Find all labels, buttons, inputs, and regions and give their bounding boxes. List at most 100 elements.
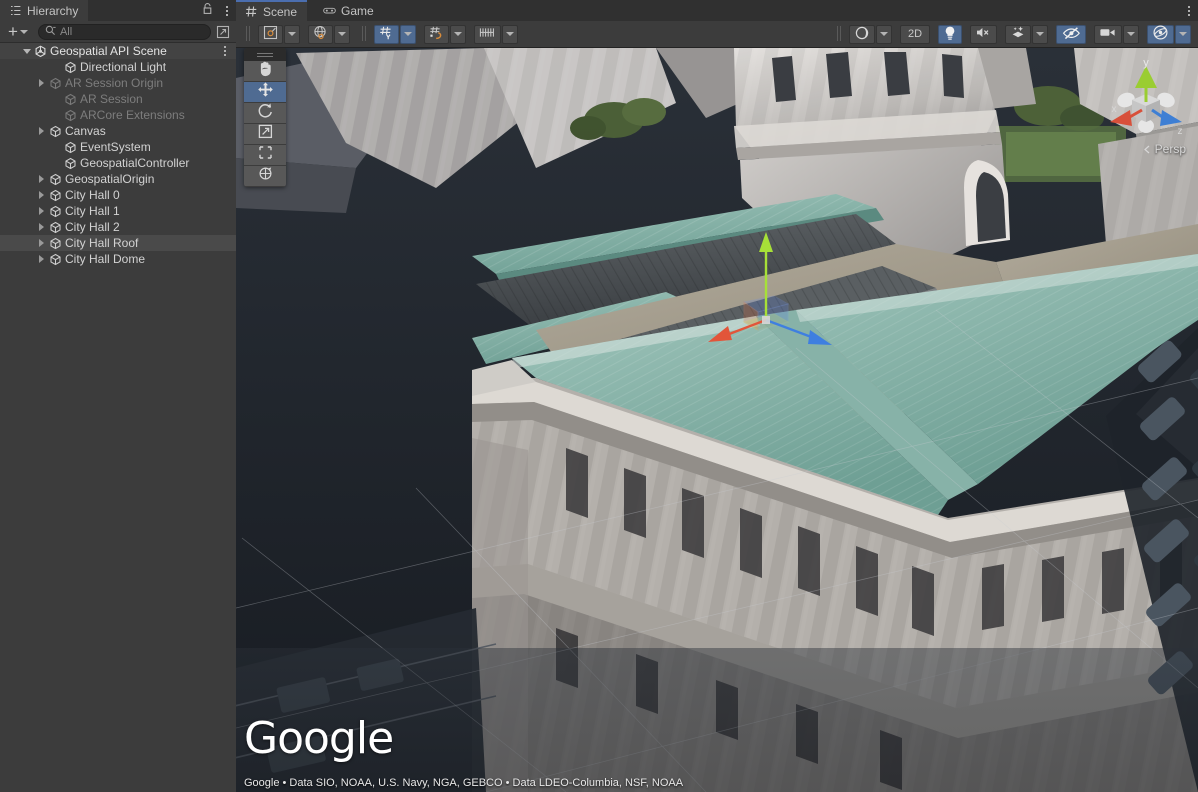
hierarchy-item[interactable]: EventSystem xyxy=(0,139,236,155)
fx-caret[interactable] xyxy=(1032,25,1048,44)
tab-scene[interactable]: Scene xyxy=(236,0,307,21)
hierarchy-item-label: City Hall Dome xyxy=(63,252,145,266)
gizmos-caret[interactable] xyxy=(1175,25,1191,44)
scene-orientation-gizmo[interactable]: y x z xyxy=(1104,56,1188,156)
scene-visibility-toggle[interactable] xyxy=(1056,25,1087,44)
hierarchy-item[interactable]: GeospatialOrigin xyxy=(0,171,236,187)
hierarchy-menu-icon[interactable] xyxy=(222,4,232,18)
hierarchy-item[interactable]: City Hall 0 xyxy=(0,187,236,203)
handle-space-dropdown[interactable] xyxy=(334,25,350,44)
scene-context-menu-icon[interactable] xyxy=(220,44,230,58)
2d-toggle[interactable]: 2D xyxy=(900,25,931,44)
gizmo-x-label: x xyxy=(1112,104,1117,115)
grid-snap-dropdown[interactable] xyxy=(450,25,466,44)
move-tool[interactable] xyxy=(244,82,286,103)
hierarchy-item-label: ARCore Extensions xyxy=(78,108,185,122)
scene-render xyxy=(236,48,1198,792)
grid-visibility-toggle[interactable] xyxy=(374,25,417,44)
toolbar-grip-2[interactable] xyxy=(362,26,370,42)
chevron-right-icon[interactable] xyxy=(35,219,48,235)
gameobject-icon xyxy=(48,123,63,139)
lock-icon[interactable] xyxy=(202,2,213,20)
twisty-empty xyxy=(50,107,63,123)
scale-tool[interactable] xyxy=(244,124,286,145)
gameobject-icon xyxy=(63,107,78,123)
chevron-right-icon[interactable] xyxy=(35,75,48,91)
camera-caret[interactable] xyxy=(1123,25,1139,44)
gameobject-icon xyxy=(48,171,63,187)
twisty-empty xyxy=(50,91,63,107)
hierarchy-item[interactable]: Canvas xyxy=(0,123,236,139)
pivot-toggle[interactable] xyxy=(258,25,301,44)
projection-mode-label[interactable]: Persp xyxy=(1143,142,1186,156)
gameobject-icon xyxy=(48,75,63,91)
2d-toggle-label: 2D xyxy=(908,28,922,40)
chevron-right-icon[interactable] xyxy=(35,123,48,139)
chevron-down-icon xyxy=(1036,32,1044,36)
scene-grid-icon xyxy=(245,5,258,18)
hierarchy-tree: Geospatial API SceneDirectional LightAR … xyxy=(0,43,236,792)
persp-text: Persp xyxy=(1155,142,1186,156)
scale-icon xyxy=(257,123,274,145)
hierarchy-item-label: GeospatialController xyxy=(78,156,189,170)
add-gameobject-button[interactable]: + xyxy=(4,23,32,41)
camera-settings[interactable] xyxy=(1094,25,1140,44)
expand-panel-icon[interactable] xyxy=(214,23,232,40)
handle-space-toggle[interactable] xyxy=(308,25,351,44)
search-input[interactable]: All xyxy=(38,24,211,40)
hierarchy-tab-actions xyxy=(202,0,232,21)
hierarchy-tabbar: Hierarchy xyxy=(0,0,236,21)
speaker-mute-icon xyxy=(975,25,992,43)
chevron-right-icon[interactable] xyxy=(35,235,48,251)
unity-scene-icon xyxy=(33,43,48,59)
transform-tool[interactable] xyxy=(244,166,286,187)
toolbar-grip-3[interactable] xyxy=(837,26,845,42)
hierarchy-item[interactable]: City Hall 1 xyxy=(0,203,236,219)
pivot-dropdown[interactable] xyxy=(284,25,300,44)
increment-snap-dropdown[interactable] xyxy=(502,25,518,44)
chevron-right-icon[interactable] xyxy=(35,171,48,187)
grid-snap-toggle[interactable] xyxy=(424,25,467,44)
hierarchy-item[interactable]: ARCore Extensions xyxy=(0,107,236,123)
map-attribution: Google • Data SIO, NOAA, U.S. Navy, NGA,… xyxy=(244,777,683,789)
scene-lighting-toggle[interactable] xyxy=(938,25,963,44)
rotate-tool[interactable] xyxy=(244,103,286,124)
increment-snap-toggle[interactable] xyxy=(474,25,519,44)
hierarchy-item[interactable]: AR Session xyxy=(0,91,236,107)
hierarchy-item[interactable]: AR Session Origin xyxy=(0,75,236,91)
draw-mode-dropdown[interactable] xyxy=(849,25,893,44)
scene-menu-icon[interactable] xyxy=(1184,4,1194,18)
chevron-right-icon[interactable] xyxy=(35,251,48,267)
tab-hierarchy[interactable]: Hierarchy xyxy=(0,0,88,21)
twisty-empty xyxy=(50,59,63,75)
hierarchy-item-label: Geospatial API Scene xyxy=(48,44,167,58)
gamepad-icon xyxy=(323,4,336,17)
hierarchy-item[interactable]: GeospatialController xyxy=(0,155,236,171)
gameobject-icon xyxy=(48,235,63,251)
scene-panel: Scene Game xyxy=(236,0,1198,792)
tab-game[interactable]: Game xyxy=(314,0,384,21)
hierarchy-panel: Hierarchy + xyxy=(0,0,236,792)
chevron-right-icon[interactable] xyxy=(35,187,48,203)
draw-mode-caret[interactable] xyxy=(876,25,892,44)
hierarchy-item[interactable]: Directional Light xyxy=(0,59,236,75)
gameobject-icon xyxy=(63,155,78,171)
chevron-down-icon xyxy=(404,32,412,36)
scene-viewport[interactable]: y x z Persp Google Google • Data SIO, NO… xyxy=(236,48,1198,792)
fx-dropdown[interactable] xyxy=(1005,25,1049,44)
rect-tool[interactable] xyxy=(244,145,286,166)
hierarchy-item[interactable]: City Hall Dome xyxy=(0,251,236,267)
hand-tool[interactable] xyxy=(244,61,286,82)
gizmos-toggle[interactable] xyxy=(1147,25,1192,44)
grid-visibility-dropdown[interactable] xyxy=(400,25,416,44)
hierarchy-item[interactable]: Geospatial API Scene xyxy=(0,43,236,59)
hierarchy-item[interactable]: City Hall 2 xyxy=(0,219,236,235)
camera-icon xyxy=(1099,26,1117,42)
scene-audio-toggle[interactable] xyxy=(970,25,998,44)
toolbar-grip[interactable] xyxy=(246,26,254,42)
chevron-down-icon[interactable] xyxy=(20,43,33,59)
transform-gizmo[interactable] xyxy=(688,226,848,356)
chevron-right-icon[interactable] xyxy=(35,203,48,219)
hierarchy-item[interactable]: City Hall Roof xyxy=(0,235,236,251)
scene-tab-actions xyxy=(1184,0,1194,21)
